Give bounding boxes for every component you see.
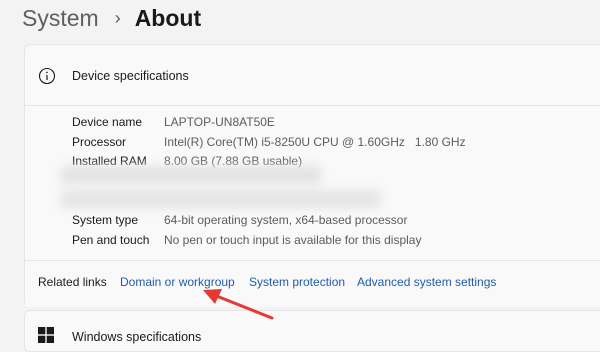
redacted-info-block bbox=[61, 166, 321, 184]
spec-label: Pen and touch bbox=[72, 233, 150, 247]
related-links-label: Related links bbox=[38, 275, 107, 289]
breadcrumb: System › About bbox=[22, 3, 201, 33]
windows-specifications-card[interactable]: Windows specifications bbox=[24, 310, 600, 352]
spec-value: No pen or touch input is available for t… bbox=[164, 233, 422, 247]
windows-logo-icon bbox=[38, 327, 54, 343]
spec-row-processor: Processor Intel(R) Core(TM) i5-8250U CPU… bbox=[72, 135, 466, 149]
device-specifications-card: Device specifications Device name LAPTOP… bbox=[24, 44, 600, 307]
redacted-info-block bbox=[61, 190, 381, 208]
system-protection-link[interactable]: System protection bbox=[249, 275, 345, 289]
spec-value: Intel(R) Core(TM) i5-8250U CPU @ 1.60GHz… bbox=[164, 135, 466, 149]
advanced-system-settings-link[interactable]: Advanced system settings bbox=[357, 275, 496, 289]
breadcrumb-system[interactable]: System bbox=[22, 5, 99, 32]
spec-value: LAPTOP-UN8AT50E bbox=[164, 115, 275, 129]
spec-label: Processor bbox=[72, 135, 127, 149]
info-icon bbox=[38, 67, 56, 85]
spec-row-device-name: Device name LAPTOP-UN8AT50E bbox=[72, 115, 275, 129]
spec-value: 64-bit operating system, x64-based proce… bbox=[164, 213, 408, 227]
windows-specifications-title: Windows specifications bbox=[72, 330, 202, 344]
spec-row-system-type: System type 64-bit operating system, x64… bbox=[72, 213, 407, 227]
device-specifications-title: Device specifications bbox=[72, 69, 189, 83]
spec-row-pen-and-touch: Pen and touch No pen or touch input is a… bbox=[72, 233, 421, 247]
spec-label: System type bbox=[72, 213, 139, 227]
page-title: About bbox=[134, 4, 202, 31]
domain-or-workgroup-link[interactable]: Domain or workgroup bbox=[120, 275, 235, 289]
chevron-right-icon: › bbox=[114, 7, 121, 28]
spec-label: Device name bbox=[72, 115, 143, 129]
device-specifications-header[interactable]: Device specifications bbox=[25, 45, 600, 106]
related-links-bar: Related links Domain or workgroup System… bbox=[25, 260, 600, 307]
